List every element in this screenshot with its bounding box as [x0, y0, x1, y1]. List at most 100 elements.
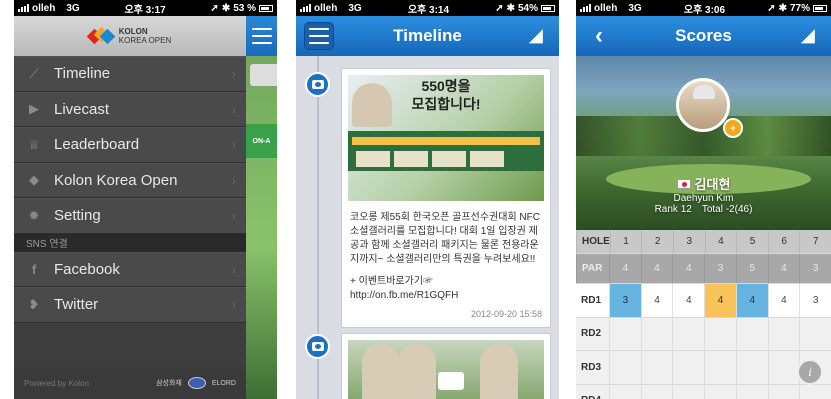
- post-image[interactable]: 550명을 모집합니다!: [348, 75, 544, 201]
- sponsor-logo: 삼성화재: [156, 380, 182, 387]
- hole-label: HOLE: [576, 230, 610, 253]
- round-label: RD2: [581, 328, 602, 340]
- gear-icon: ✹: [28, 207, 40, 223]
- menu-button[interactable]: [304, 22, 334, 50]
- trophy-icon: ♕: [28, 136, 40, 152]
- navigation-bar: Timeline ◢: [296, 16, 559, 56]
- page-title: Scores: [675, 26, 732, 45]
- hole-number: 5: [736, 230, 768, 253]
- menu-item-label: Setting: [54, 207, 101, 225]
- battery-label: 77%: [789, 2, 810, 14]
- score-cell: [735, 317, 768, 350]
- menu-item-label: Leaderboard: [54, 136, 140, 154]
- par-value: 4: [640, 254, 673, 283]
- carrier-label: olleh: [32, 2, 56, 14]
- score-cell: [672, 384, 704, 399]
- facebook-icon: f: [31, 261, 37, 277]
- player-rank: Rank 12: [654, 204, 692, 215]
- par-value: 3: [799, 254, 831, 283]
- poster-strip: [352, 137, 540, 145]
- avatar: [676, 78, 730, 132]
- kolon-logo-icon: ◆: [29, 172, 39, 188]
- menu-item-label: Twitter: [54, 296, 99, 314]
- signal-icon: [580, 4, 591, 12]
- kolon-home-button[interactable]: ◢: [793, 22, 823, 50]
- menu-item-label: Livecast: [54, 100, 110, 118]
- info-button[interactable]: i: [797, 359, 823, 385]
- chevron-right-icon: ›: [231, 101, 236, 117]
- clock: 오후 3:17: [124, 4, 166, 16]
- back-button[interactable]: ‹: [584, 22, 614, 50]
- hamburger-icon: [251, 28, 272, 44]
- carrier-label: olleh: [314, 2, 338, 14]
- score-cell: [609, 317, 641, 350]
- round-label: RD4: [576, 385, 609, 399]
- player-hero: + 김대현 Daehyun Kim Rank 12 Total -2(46): [576, 56, 831, 230]
- kolon-logo-icon: ◢: [529, 26, 543, 45]
- post-body: 코오롱 제55회 한국오픈 골프선수권대회 NFC 소셜갤러리를 모집합니다! …: [350, 212, 540, 265]
- chevron-right-icon: ›: [231, 297, 236, 313]
- livecast-icon: ▶: [29, 101, 39, 117]
- photo-post-icon: [305, 334, 330, 359]
- follow-player-button[interactable]: +: [723, 118, 743, 138]
- menu-item-facebook[interactable]: f Facebook ›: [14, 251, 246, 287]
- timeline-icon: ⟋: [29, 65, 39, 81]
- hamburger-icon: [309, 28, 329, 44]
- battery-label: 53 %: [233, 2, 256, 14]
- timeline-post[interactable]: 550명을 모집합니다! 코오롱 제55회 한국오픈 골프선수권대회 NFC 소…: [341, 68, 551, 328]
- par-value: 5: [735, 254, 768, 283]
- menu-item-leaderboard[interactable]: ♕ Leaderboard ›: [14, 127, 246, 163]
- add-user-icon: +: [730, 123, 736, 133]
- score-cell: [767, 384, 800, 399]
- post-link[interactable]: http://on.fb.me/R1GQFH: [350, 289, 542, 303]
- menu-item-setting[interactable]: ✹ Setting ›: [14, 198, 246, 234]
- hole-number: 6: [767, 230, 800, 253]
- hole-number: 1: [609, 230, 642, 253]
- score-cell: 4: [640, 284, 673, 317]
- location-icon: ➚: [210, 2, 219, 14]
- sns-section-header: SNS 연결: [14, 233, 246, 252]
- score-cell: 4: [735, 284, 768, 317]
- post-image[interactable]: [348, 340, 544, 399]
- sponsor-logo: ELORD: [211, 379, 236, 387]
- table-row: RD4: [576, 384, 831, 399]
- scorecard-par-row: PAR 4 4 4 3 5 4 3: [576, 254, 831, 284]
- timeline-post[interactable]: [341, 333, 551, 399]
- score-cell: 4: [672, 284, 704, 317]
- par-value: 4: [609, 254, 641, 283]
- score-cell: [609, 351, 641, 384]
- camera-icon: [311, 342, 324, 351]
- score-cell: [704, 317, 736, 350]
- menu-item-label: Facebook: [54, 260, 120, 278]
- score-cell: [640, 384, 673, 399]
- player-name-korean: 김대현: [694, 177, 731, 192]
- score-cell: 3: [609, 284, 641, 317]
- battery-icon: [813, 4, 827, 12]
- menu-item-label: Kolon Korea Open: [54, 171, 178, 189]
- menu-item-timeline[interactable]: ⟋ Timeline ›: [14, 56, 246, 92]
- menu-item-kolon-korea-open[interactable]: ◆ Kolon Korea Open ›: [14, 162, 246, 198]
- score-cell: [704, 351, 736, 384]
- powered-by-label: Powered by Kolon: [24, 378, 89, 388]
- menu-toggle-button[interactable]: [246, 16, 277, 56]
- chevron-right-icon: ›: [231, 172, 236, 188]
- score-cell: [767, 317, 800, 350]
- chevron-right-icon: ›: [231, 137, 236, 153]
- score-cell: 4: [767, 284, 800, 317]
- menu-item-label: Timeline: [54, 65, 111, 83]
- hole-number: 4: [704, 230, 737, 253]
- menu-item-twitter[interactable]: ❥ Twitter ›: [14, 287, 246, 323]
- battery-label: 54%: [517, 2, 538, 14]
- main-content-peek[interactable]: ON-A: [246, 16, 277, 399]
- kolon-home-button[interactable]: ◢: [521, 22, 551, 50]
- round-label: RD1: [581, 294, 602, 306]
- timeline-screen: olleh 3G 오후 3:14 ➚ ✱ 54% Timeline ◢ 550명…: [296, 0, 559, 399]
- par-value: 4: [767, 254, 800, 283]
- camera-icon: [311, 80, 324, 89]
- par-value: 4: [672, 254, 704, 283]
- score-cell: [672, 317, 704, 350]
- menu-item-livecast[interactable]: ▶ Livecast ›: [14, 91, 246, 127]
- kolon-logo-icon: [438, 372, 464, 390]
- status-bar: olleh 3G 오후 3:14 ➚ ✱ 54%: [296, 0, 559, 16]
- clock: 오후 3:06: [683, 4, 726, 16]
